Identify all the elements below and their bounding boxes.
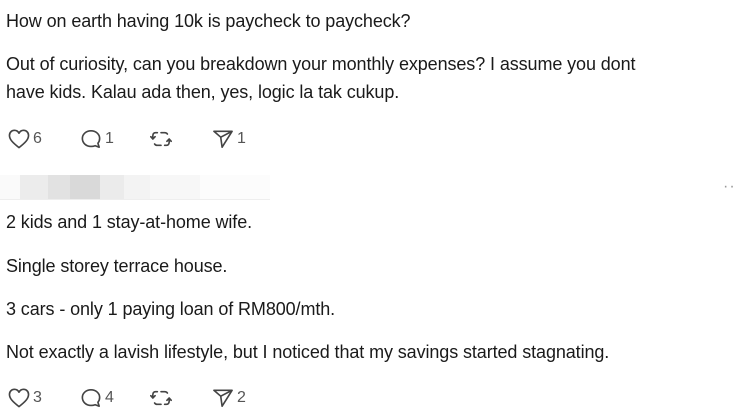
post1-reply-button[interactable]: 1 — [80, 129, 150, 149]
post1-text-line2: Out of curiosity, can you breakdown your… — [6, 54, 636, 74]
send-icon — [212, 129, 234, 149]
post2-text-line2: Single storey terrace house. — [6, 256, 228, 276]
heart-icon — [8, 388, 30, 408]
repost-icon — [150, 129, 172, 149]
more-options-icon[interactable]: ·· — [723, 178, 736, 196]
post2-share-button[interactable]: 2 — [212, 388, 246, 408]
post2-text-line3: 3 cars - only 1 paying loan of RM800/mth… — [6, 299, 336, 319]
post2-reply-count: 4 — [105, 389, 114, 406]
post1-repost-button[interactable] — [150, 129, 212, 149]
post1-share-count: 1 — [237, 130, 246, 147]
post2-text-line1: 2 kids and 1 stay-at-home wife. — [6, 212, 253, 232]
post2-share-count: 2 — [237, 389, 246, 406]
repost-icon — [150, 388, 172, 408]
comment-icon — [80, 388, 102, 408]
post2-like-count: 3 — [33, 389, 42, 406]
post2-repost-button[interactable] — [150, 388, 212, 408]
comment-icon — [80, 129, 102, 149]
post1-text-line3: have kids. Kalau ada then, yes, logic la… — [6, 82, 400, 102]
post1-reply-count: 1 — [105, 130, 114, 147]
post1-text-line1: How on earth having 10k is paycheck to p… — [6, 11, 411, 31]
heart-icon — [8, 129, 30, 149]
post1-share-button[interactable]: 1 — [212, 129, 246, 149]
redacted-username — [0, 175, 270, 199]
send-icon — [212, 388, 234, 408]
post2-like-button[interactable]: 3 — [8, 388, 80, 408]
post1-action-bar: 6 1 1 — [8, 128, 246, 150]
post2-reply-button[interactable]: 4 — [80, 388, 150, 408]
post2-action-bar: 3 4 2 — [8, 387, 246, 409]
post1-like-count: 6 — [33, 130, 42, 147]
post2-text-line4: Not exactly a lavish lifestyle, but I no… — [6, 342, 610, 362]
post1-like-button[interactable]: 6 — [8, 129, 80, 149]
